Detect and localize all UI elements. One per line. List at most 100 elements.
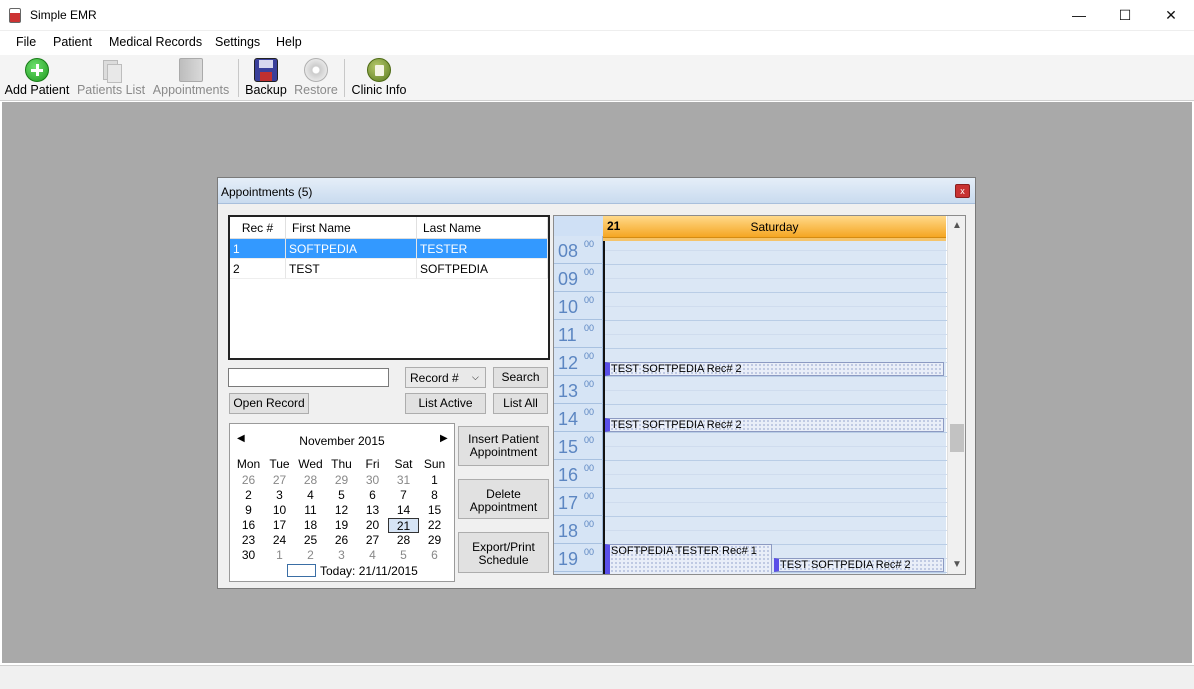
calendar-day[interactable]: 16 [233, 518, 264, 533]
add-patient-button[interactable]: Add Patient [4, 56, 70, 100]
open-record-button[interactable]: Open Record [229, 393, 309, 414]
day-header: Saturday 21 [603, 216, 946, 238]
calendar-day[interactable]: 18 [295, 518, 326, 533]
column-rec-number[interactable]: Rec # [230, 217, 286, 239]
calendar-day[interactable]: 29 [326, 473, 357, 488]
calendar-day[interactable]: 6 [357, 488, 388, 503]
appointment-block[interactable]: TEST SOFTPEDIA Rec# 2 [605, 362, 944, 376]
calendar-day[interactable]: 30 [357, 473, 388, 488]
calendar-day[interactable]: 2 [295, 548, 326, 563]
minimize-button[interactable]: — [1056, 0, 1102, 31]
calendar-day[interactable]: 25 [295, 533, 326, 548]
calendar-day[interactable]: 26 [326, 533, 357, 548]
calendar-day[interactable]: 6 [419, 548, 450, 563]
scroll-up-icon[interactable]: ▲ [948, 220, 965, 231]
scroll-thumb[interactable] [950, 424, 964, 452]
restore-button[interactable]: Restore [294, 56, 338, 100]
column-first-name[interactable]: First Name [286, 217, 417, 239]
weekday-header: Fri [365, 457, 380, 471]
calendar-day[interactable]: 23 [233, 533, 264, 548]
calendar-day[interactable]: 30 [233, 548, 264, 563]
dialog-close-button[interactable]: x [955, 184, 970, 198]
patients-list-button[interactable]: Patients List [76, 56, 146, 100]
calendar-day[interactable]: 22 [419, 518, 450, 533]
menu-file[interactable]: File [16, 35, 36, 49]
hour-gridline [605, 348, 948, 349]
day-column[interactable]: TEST SOFTPEDIA Rec# 2 TEST SOFTPEDIA Rec#… [603, 241, 948, 574]
calendar-day[interactable]: 8 [419, 488, 450, 503]
search-input[interactable] [228, 368, 389, 387]
hour-gridline [605, 264, 948, 265]
calendar-day[interactable]: 4 [357, 548, 388, 563]
calendar-day[interactable]: 12 [326, 503, 357, 518]
calendar-day[interactable]: 3 [326, 548, 357, 563]
column-last-name[interactable]: Last Name [417, 217, 548, 239]
calendar-day[interactable]: 4 [295, 488, 326, 503]
calendar-day[interactable]: 24 [264, 533, 295, 548]
appointment-block[interactable]: SOFTPEDIA TESTER Rec# 1 [605, 544, 772, 574]
calendar-day[interactable]: 9 [233, 503, 264, 518]
calendar-day[interactable]: 5 [326, 488, 357, 503]
calendar-day[interactable]: 1 [264, 548, 295, 563]
calendar-day[interactable]: 31 [388, 473, 419, 488]
search-button[interactable]: Search [493, 367, 548, 388]
calendar-day[interactable]: 20 [357, 518, 388, 533]
toolbar: Add Patient Patients List Appointments B… [0, 55, 1194, 101]
status-bar [0, 665, 1194, 689]
day-date: 21 [607, 219, 621, 233]
scroll-down-icon[interactable]: ▼ [948, 559, 965, 570]
calendar-day[interactable]: 10 [264, 503, 295, 518]
export-print-schedule-button[interactable]: Export/Print Schedule [458, 532, 549, 573]
scheduler-scrollbar[interactable]: ▲ ▼ [947, 216, 965, 574]
calendar-day[interactable]: 19 [326, 518, 357, 533]
calendar-day[interactable]: 29 [419, 533, 450, 548]
appointment-block[interactable]: TEST SOFTPEDIA Rec# 2 [605, 418, 944, 432]
calendar-today-text[interactable]: Today: 21/11/2015 [320, 564, 418, 578]
menu-patient[interactable]: Patient [53, 35, 92, 49]
calendar-day[interactable]: 27 [357, 533, 388, 548]
delete-appointment-button[interactable]: Delete Appointment [458, 479, 549, 519]
calendar-day[interactable]: 27 [264, 473, 295, 488]
calendar-day[interactable]: 21 [388, 518, 419, 533]
calendar-day[interactable]: 28 [295, 473, 326, 488]
table-row[interactable]: 1 SOFTPEDIA TESTER [230, 239, 548, 259]
close-button[interactable]: ✕ [1148, 0, 1194, 31]
list-active-button[interactable]: List Active [405, 393, 486, 414]
appointments-button[interactable]: Appointments [151, 56, 231, 100]
menu-settings[interactable]: Settings [215, 35, 260, 49]
insert-appointment-button[interactable]: Insert Patient Appointment [458, 426, 549, 466]
search-field-select[interactable]: Record # ⌵ [405, 367, 486, 388]
maximize-button[interactable]: ☐ [1102, 0, 1148, 31]
table-row[interactable]: 2 TEST SOFTPEDIA [230, 259, 548, 279]
next-month-icon[interactable]: ▶ [440, 433, 448, 444]
weekday-header: Sat [394, 457, 413, 471]
minutes-label: 00 [584, 519, 595, 529]
weekday-header: Mon [236, 457, 261, 471]
calendar-day[interactable]: 26 [233, 473, 264, 488]
title-bar: Simple EMR — ☐ ✕ [0, 0, 1194, 31]
calendar-day[interactable]: 1 [419, 473, 450, 488]
menu-medical-records[interactable]: Medical Records [109, 35, 202, 49]
menu-help[interactable]: Help [276, 35, 302, 49]
calendar-day[interactable]: 5 [388, 548, 419, 563]
hour-label: 17 [558, 493, 579, 513]
clipboard-icon [367, 58, 391, 82]
calendar-day[interactable]: 14 [388, 503, 419, 518]
hour-label: 14 [558, 409, 579, 429]
calendar-day[interactable]: 17 [264, 518, 295, 533]
calendar-day[interactable]: 3 [264, 488, 295, 503]
hour-gridline [605, 488, 948, 489]
calendar-day[interactable]: 15 [419, 503, 450, 518]
half-hour-gridline [605, 502, 948, 503]
list-all-button[interactable]: List All [493, 393, 548, 414]
clinic-info-button[interactable]: Clinic Info [350, 56, 408, 100]
appointment-block[interactable]: TEST SOFTPEDIA Rec# 2 [774, 558, 944, 572]
calendar-day[interactable]: 11 [295, 503, 326, 518]
hour-label: 13 [558, 381, 579, 401]
calendar-day[interactable]: 13 [357, 503, 388, 518]
calendar-day[interactable]: 28 [388, 533, 419, 548]
calendar-day[interactable]: 7 [388, 488, 419, 503]
backup-button[interactable]: Backup [244, 56, 288, 100]
calendar-month-title: November 2015 [299, 434, 385, 448]
calendar-day[interactable]: 2 [233, 488, 264, 503]
